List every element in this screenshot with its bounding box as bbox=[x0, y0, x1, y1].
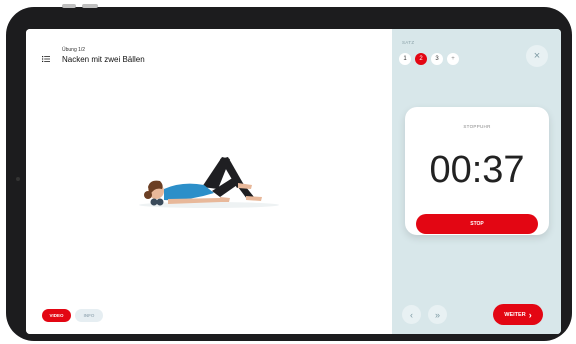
set-1-button[interactable]: 1 bbox=[399, 53, 411, 65]
close-button[interactable]: × bbox=[526, 45, 548, 67]
stopwatch-card: STOPPUHR 00:37 STOP bbox=[405, 107, 549, 235]
control-panel: SATZ 1 2 3 + × STOPPUHR 00:37 STOP ‹ » W… bbox=[392, 29, 561, 334]
stopwatch-time: 00:37 bbox=[429, 149, 525, 191]
info-tab[interactable]: INFO bbox=[75, 309, 103, 322]
previous-button[interactable]: ‹ bbox=[402, 305, 421, 324]
camera-dot bbox=[16, 177, 20, 181]
exercise-panel: Übung 1/2 Nacken mit zwei Bällen VIDEO I… bbox=[26, 29, 392, 334]
tablet-screen-container: Übung 1/2 Nacken mit zwei Bällen VIDEO I… bbox=[6, 7, 572, 341]
set-selector: 1 2 3 + bbox=[399, 53, 459, 65]
next-button-label: WEITER bbox=[504, 311, 526, 318]
list-icon[interactable] bbox=[42, 56, 50, 62]
exercise-step: Übung 1/2 bbox=[62, 47, 86, 53]
skip-button[interactable]: » bbox=[428, 305, 447, 324]
set-3-button[interactable]: 3 bbox=[431, 53, 443, 65]
app-screen: Übung 1/2 Nacken mit zwei Bällen VIDEO I… bbox=[26, 29, 561, 334]
double-chevron-right-icon: » bbox=[434, 309, 440, 320]
stopwatch-label: STOPPUHR bbox=[463, 124, 491, 129]
close-icon: × bbox=[533, 50, 541, 62]
add-set-button[interactable]: + bbox=[447, 53, 459, 65]
chevron-left-icon: ‹ bbox=[410, 309, 413, 320]
set-2-button[interactable]: 2 bbox=[415, 53, 427, 65]
stop-button[interactable]: STOP bbox=[416, 214, 538, 234]
video-tab[interactable]: VIDEO bbox=[42, 309, 71, 322]
sets-label: SATZ bbox=[402, 40, 415, 45]
chevron-right-icon: › bbox=[528, 309, 532, 320]
next-button[interactable]: WEITER › bbox=[493, 304, 543, 325]
exercise-figure-image bbox=[139, 157, 279, 208]
exercise-title: Nacken mit zwei Bällen bbox=[62, 55, 145, 64]
